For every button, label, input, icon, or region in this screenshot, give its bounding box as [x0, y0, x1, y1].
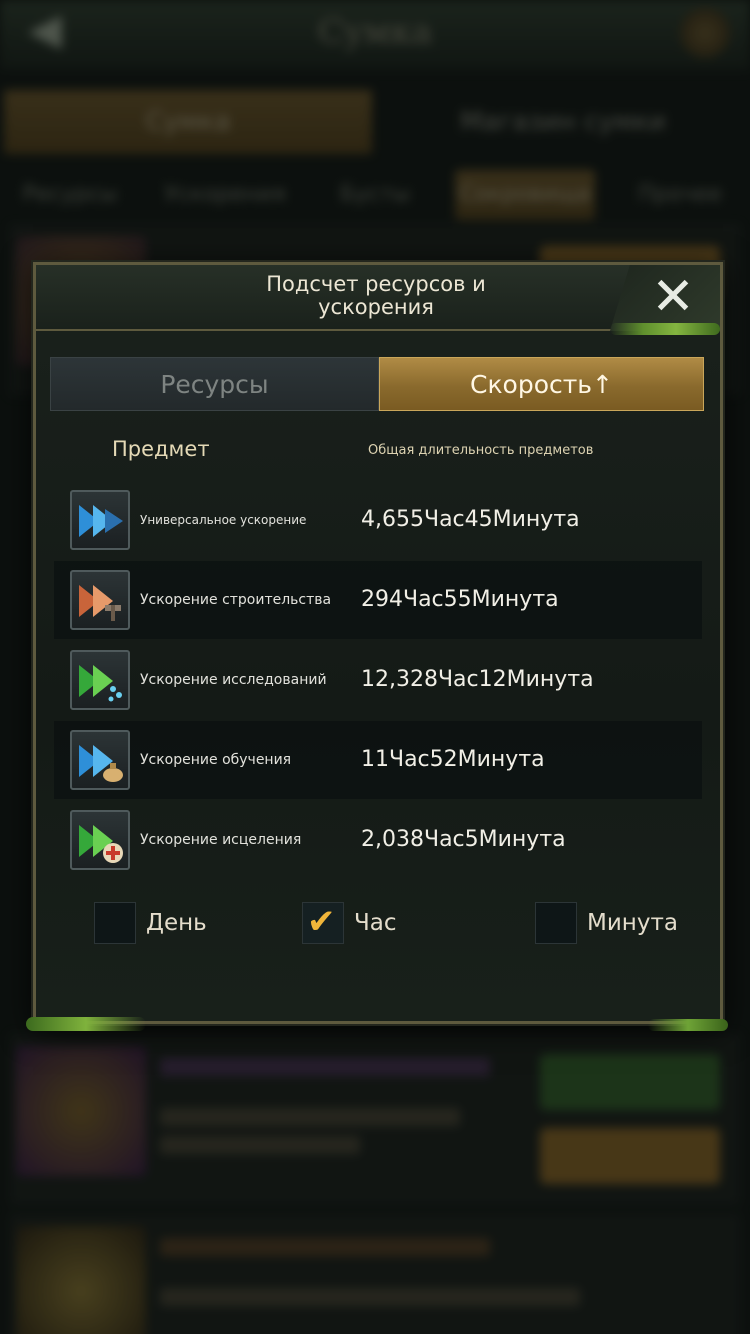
item-total: 294Час55Минута — [361, 587, 559, 612]
universal-speedup-icon — [70, 490, 130, 550]
checkmark-icon: ✔ — [307, 902, 336, 942]
dialog-title-line2: ускорения — [318, 295, 434, 319]
dialog-header: Подсчет ресурсов и ускорения ✕ — [36, 265, 720, 335]
item-name: Ускорение строительства — [140, 592, 332, 608]
column-header-total: Общая длительность предметов — [368, 443, 594, 458]
item-total: 2,038Час5Минута — [361, 827, 566, 852]
unit-minute-option[interactable]: Минута — [535, 902, 705, 944]
item-name: Универсальное ускорение — [140, 513, 307, 527]
item-name: Ускорение исцеления — [140, 832, 302, 848]
minute-label: Минута — [587, 910, 678, 936]
tab-speedups[interactable]: Скорость↑ — [379, 357, 704, 411]
item-total: 12,328Час12Минута — [361, 667, 594, 692]
vine-ornament — [26, 1017, 146, 1031]
column-header-item: Предмет — [112, 437, 210, 461]
training-speedup-icon — [70, 730, 130, 790]
hour-checkbox[interactable]: ✔ — [302, 902, 344, 944]
dialog-title-line1: Подсчет ресурсов и — [266, 272, 486, 296]
minute-checkbox[interactable] — [535, 902, 577, 944]
item-total: 4,655Час45Минута — [361, 507, 580, 532]
hour-label: Час — [354, 910, 397, 936]
item-name: Ускорение обучения — [140, 752, 292, 768]
healing-speedup-icon — [70, 810, 130, 870]
speedup-summary-dialog: Подсчет ресурсов и ускорения ✕ Ресурсы С… — [26, 262, 728, 1031]
close-x-icon[interactable]: ✕ — [646, 271, 700, 325]
unit-day-option[interactable]: День — [94, 902, 254, 944]
table-row: Ускорение строительства 294Час55Минута — [54, 561, 702, 639]
dialog-title: Подсчет ресурсов и ускорения — [176, 273, 576, 319]
tab-resources[interactable]: Ресурсы — [50, 357, 379, 411]
day-label: День — [146, 910, 207, 936]
unit-hour-option[interactable]: ✔ Час — [302, 902, 442, 944]
construction-speedup-icon — [70, 570, 130, 630]
dialog-tabs: Ресурсы Скорость↑ — [50, 357, 704, 411]
table-row: Ускорение обучения 11Час52Минута — [54, 721, 702, 799]
vine-ornament — [648, 1019, 728, 1031]
table-row: Универсальное ускорение 4,655Час45Минута — [54, 481, 702, 559]
item-total: 11Час52Минута — [361, 747, 545, 772]
day-checkbox[interactable] — [94, 902, 136, 944]
research-speedup-icon — [70, 650, 130, 710]
table-row: Ускорение исцеления 2,038Час5Минута — [54, 801, 702, 879]
table-row: Ускорение исследований 12,328Час12Минута — [54, 641, 702, 719]
item-name: Ускорение исследований — [140, 672, 327, 688]
